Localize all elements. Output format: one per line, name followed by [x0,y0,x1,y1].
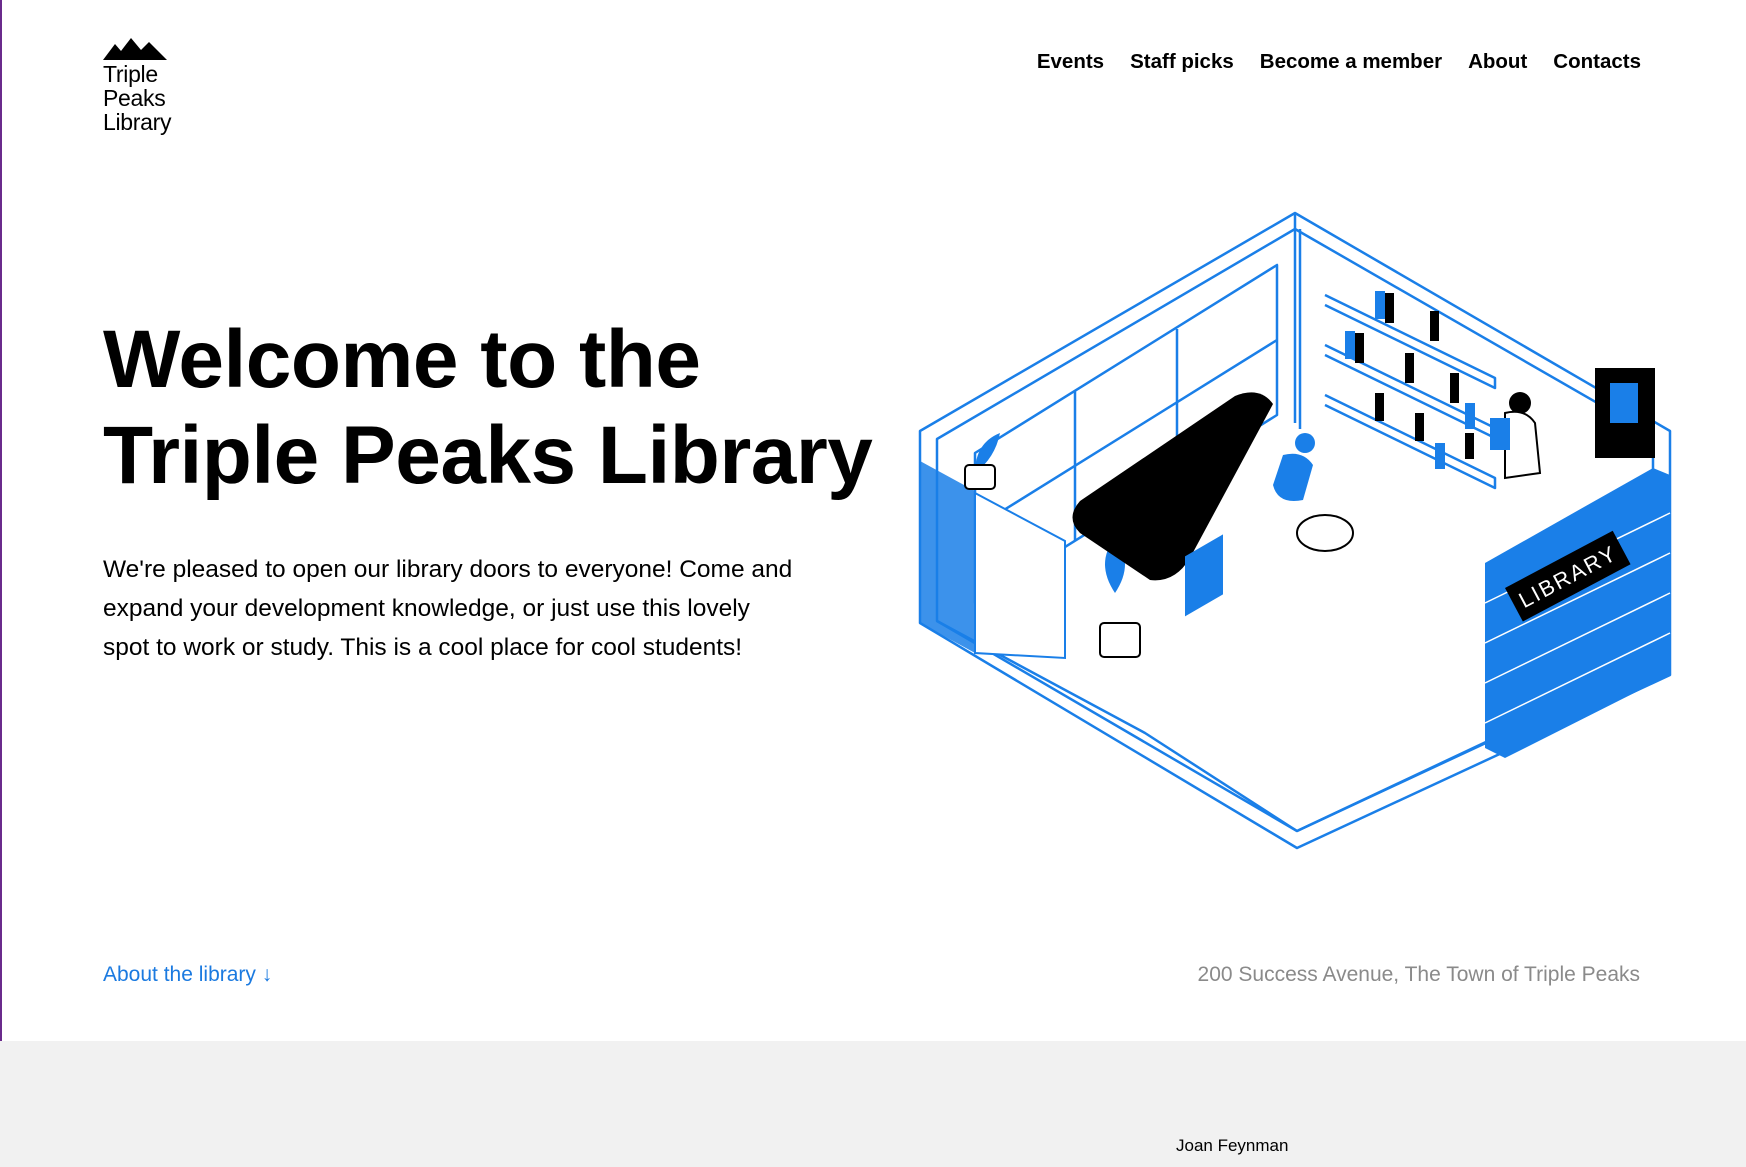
logo-line: Triple [103,61,158,87]
main-nav: Events Staff picks Become a member About… [1037,50,1641,74]
next-section-band [0,1041,1746,1167]
nav-become-member[interactable]: Become a member [1260,50,1442,74]
about-library-link[interactable]: About the library ↓ [103,963,272,987]
hero-title: Welcome to the Triple Peaks Library [103,312,903,504]
logo-line: Library [103,109,172,135]
staff-name: Joan Feynman [1176,1136,1289,1155]
hero-title-line: Triple Peaks Library [103,410,873,501]
isometric-library-room-illustration: LIBRARY [918,211,1672,850]
hero-description: We're pleased to open our library doors … [103,556,793,661]
nav-contacts[interactable]: Contacts [1553,50,1641,74]
site-logo[interactable]: Triple Peaks Library [103,38,183,134]
logo-text: Triple Peaks Library [103,62,183,134]
library-illustration: LIBRARY [905,203,1685,863]
logo-line: Peaks [103,85,166,111]
mountain-peaks-icon [103,38,167,60]
nav-staff-picks[interactable]: Staff picks [1130,50,1234,74]
nav-events[interactable]: Events [1037,50,1104,74]
hero-title-line: Welcome to the [103,314,701,405]
window-edge [0,0,2,1167]
nav-about[interactable]: About [1468,50,1527,74]
address-text: 200 Success Avenue, The Town of Triple P… [1197,963,1640,986]
